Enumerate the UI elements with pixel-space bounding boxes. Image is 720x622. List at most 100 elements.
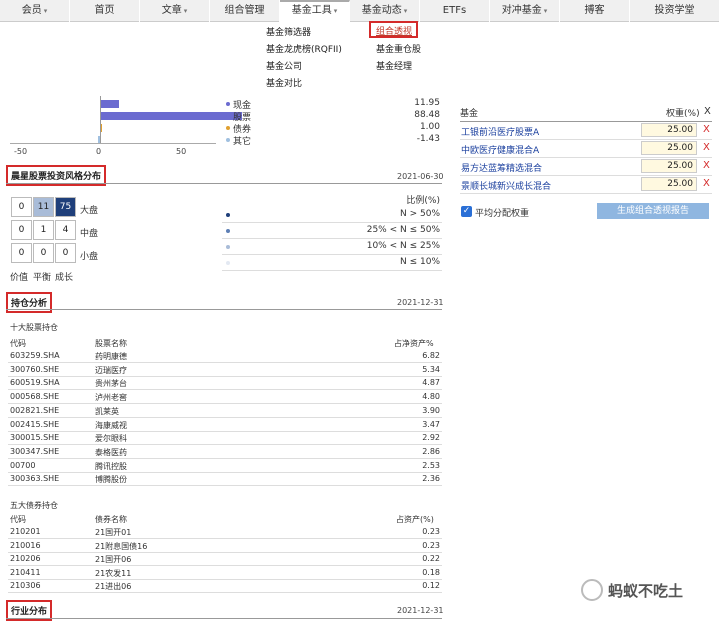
fund-weight-input[interactable]: 25.00 xyxy=(641,177,697,191)
bond-subtitle: 五大债券持仓 xyxy=(10,501,58,510)
stock-name: 海康威视 xyxy=(95,420,127,430)
stock-code: 600519.SHA xyxy=(10,378,60,388)
generate-report-button[interactable]: 生成组合透视报告 xyxy=(597,203,709,219)
divider xyxy=(222,238,442,239)
watermark-text: 蚂蚁不吃土 xyxy=(608,582,684,600)
allocation-bar xyxy=(100,112,242,120)
ratio-dot-icon xyxy=(226,245,230,249)
style-box-cell: 0 xyxy=(55,243,76,263)
nav-item-label: 对冲基金 xyxy=(501,5,542,16)
nav-item-1[interactable]: 首页 xyxy=(70,0,140,22)
fund-weight-input[interactable]: 25.00 xyxy=(641,123,697,137)
fund-name-link[interactable]: 中欧医疗健康混合A xyxy=(461,143,539,156)
col-label-value: 价值 xyxy=(10,273,29,283)
table-row: 210306 21进出06 0.12 xyxy=(8,580,442,594)
fund-weight-input[interactable]: 25.00 xyxy=(641,141,697,155)
style-box-cell: 0 xyxy=(11,220,32,240)
portfolio-header: 基金 权重(%) X xyxy=(460,104,712,122)
submenu-fund-compare[interactable]: 基金对比 xyxy=(266,76,302,89)
stock-code: 00700 xyxy=(10,460,36,470)
stock-pct: 5.34 xyxy=(422,364,440,374)
stock-name: 博腾股份 xyxy=(95,475,127,485)
table-row: 210206 21国开06 0.22 xyxy=(8,553,442,567)
avg-weight-checkbox[interactable]: ✓ xyxy=(461,206,472,217)
remove-fund-icon[interactable]: X xyxy=(703,160,710,171)
divider xyxy=(6,618,442,619)
industry-section-date: 2021-12-31 xyxy=(397,606,444,615)
nav-item-label: 首页 xyxy=(94,5,115,16)
stock-pct: 2.36 xyxy=(422,474,440,484)
nav-item-8[interactable]: 搏客 xyxy=(560,0,630,22)
allocation-label: 其它 xyxy=(233,137,252,147)
submenu-portfolio-xray[interactable]: 组合透视 xyxy=(369,21,418,38)
submenu-fund-ranking[interactable]: 基金龙虎榜(RQFII) xyxy=(266,42,342,55)
remove-fund-icon[interactable]: X xyxy=(703,142,710,153)
legend-dot-icon xyxy=(226,138,230,142)
nav-item-9[interactable]: 投资学堂 xyxy=(630,0,720,22)
stock-header-pct: 占净资产% xyxy=(394,339,434,348)
nav-item-3[interactable]: 组合管理 xyxy=(210,0,280,22)
nav-item-6[interactable]: ETFs xyxy=(420,0,490,22)
table-row: 300347.SHE 泰格医药 2.86 xyxy=(8,446,442,459)
stock-code: 603259.SHA xyxy=(10,351,60,360)
bond-code: 210411 xyxy=(10,567,41,577)
table-row: 300015.SHE 爱尔眼科 2.92 xyxy=(8,432,442,446)
portfolio-header-fund: 基金 xyxy=(460,109,479,119)
chevron-down-icon: ▾ xyxy=(543,7,548,15)
table-row: 300363.SHE 博腾股份 2.36 xyxy=(8,473,442,487)
remove-fund-icon[interactable]: X xyxy=(703,124,710,135)
ratio-label: N ≤ 10% xyxy=(400,257,440,267)
nav-item-7[interactable]: 对冲基金 ▾ xyxy=(490,0,560,22)
style-box-cell: 4 xyxy=(55,220,76,240)
fund-row: 中欧医疗健康混合A 25.00 X xyxy=(460,140,712,158)
bond-name: 21农发11 xyxy=(95,568,132,578)
nav-item-label: 文章 xyxy=(161,5,182,16)
bond-name: 21国开06 xyxy=(95,555,132,565)
table-row: 300760.SHE 迈瑞医疗 5.34 xyxy=(8,364,442,377)
nav-item-4[interactable]: 基金工具 ▾ xyxy=(280,0,350,22)
nav-item-label: 组合管理 xyxy=(224,5,265,16)
style-box-cell: 0 xyxy=(11,197,32,217)
submenu-fund-companies[interactable]: 基金公司 xyxy=(266,59,302,72)
stock-name: 迈瑞医疗 xyxy=(95,365,127,375)
submenu-fund-screener[interactable]: 基金筛选器 xyxy=(266,25,311,38)
stock-code: 002821.SHE xyxy=(10,405,60,415)
fund-weight-input[interactable]: 25.00 xyxy=(641,159,697,173)
fund-row: 景顺长城新兴成长混合 25.00 X xyxy=(460,176,712,194)
stock-pct: 4.80 xyxy=(422,392,440,402)
nav-item-0[interactable]: 会员 ▾ xyxy=(0,0,70,22)
nav-item-label: 投资学堂 xyxy=(654,5,695,16)
allocation-bar xyxy=(100,100,120,108)
nav-item-5[interactable]: 基金动态 ▾ xyxy=(350,0,420,22)
fund-name-link[interactable]: 易方达蓝筹精选混合 xyxy=(461,161,542,174)
allocation-value: 1.00 xyxy=(419,122,440,132)
submenu-fund-managers[interactable]: 基金经理 xyxy=(376,59,412,72)
stock-pct: 3.47 xyxy=(422,419,440,429)
chevron-down-icon: ▾ xyxy=(403,7,408,15)
bond-name: 21附息国债16 xyxy=(95,541,148,551)
holdings-section-date: 2021-12-31 xyxy=(397,298,444,307)
remove-fund-icon[interactable]: X xyxy=(703,178,710,189)
tick-label: 0 xyxy=(96,147,102,156)
wechat-icon xyxy=(581,579,603,601)
divider xyxy=(222,254,442,255)
legend-dot-icon xyxy=(226,114,230,118)
bond-name: 21进出06 xyxy=(95,582,132,592)
fund-row: 工银前沿医疗股票A 25.00 X xyxy=(460,122,712,140)
legend-dot-icon xyxy=(226,102,230,106)
allocation-value: 88.48 xyxy=(414,110,440,120)
chevron-down-icon: ▾ xyxy=(333,7,338,15)
nav-item-2[interactable]: 文章 ▾ xyxy=(140,0,210,22)
bond-header-pct: 占资产(%) xyxy=(396,515,434,524)
chevron-down-icon: ▾ xyxy=(183,7,188,15)
table-row: 603259.SHA 药明康德 6.82 xyxy=(8,350,442,363)
fund-name-link[interactable]: 景顺长城新兴成长混合 xyxy=(461,179,551,192)
fund-name-link[interactable]: 工银前沿医疗股票A xyxy=(461,125,539,138)
bond-code: 210206 xyxy=(10,554,41,564)
submenu-top-holdings[interactable]: 基金重仓股 xyxy=(376,42,421,55)
allocation-value: 11.95 xyxy=(414,98,440,108)
stock-name: 凯莱英 xyxy=(95,406,119,416)
ratio-dot-icon xyxy=(226,213,230,217)
stock-code: 300015.SHE xyxy=(10,433,60,443)
col-label-blend: 平衡 xyxy=(33,273,52,283)
